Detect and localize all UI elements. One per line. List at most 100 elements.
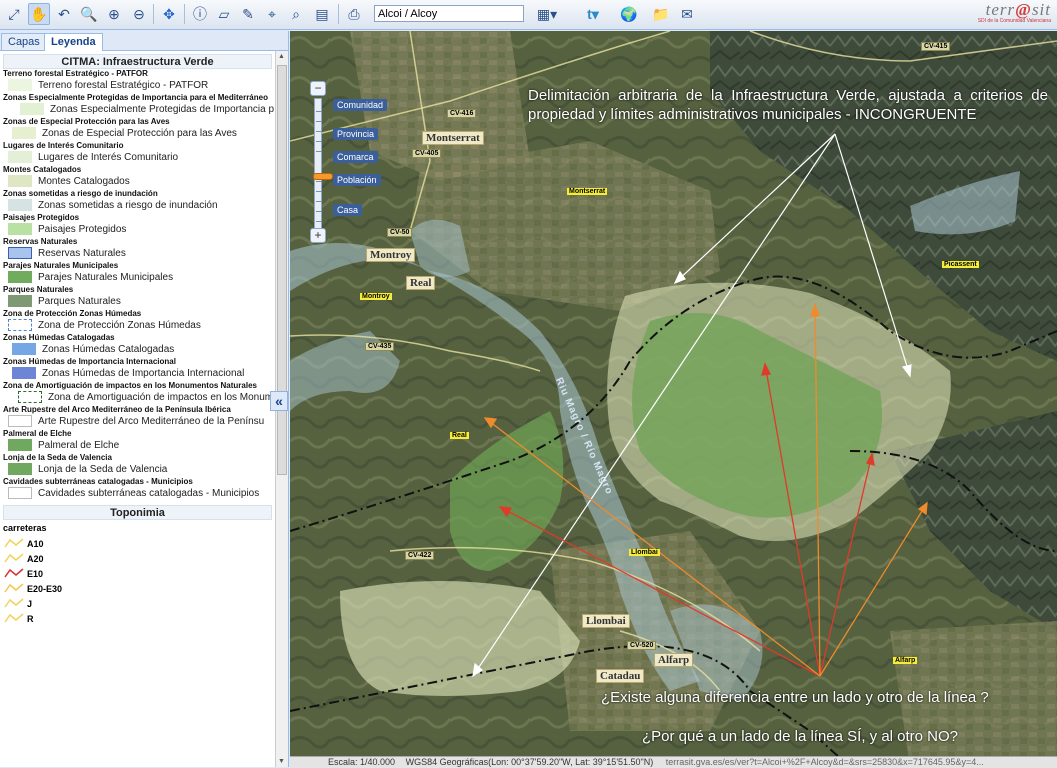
zoom-in-icon[interactable]: ⊕ — [103, 3, 125, 25]
place-montserrat: Montserrat — [422, 131, 484, 145]
annotation-note: Delimitación arbitraria de la Infraestru… — [528, 87, 1048, 123]
scroll-down-arrow-icon[interactable]: ▼ — [278, 758, 285, 765]
terrasit-logo[interactable]: terr@sit SDI de la Comunidad Valenciana — [978, 1, 1051, 24]
zoom-in-button[interactable]: + — [310, 228, 326, 243]
annotation-question-2: ¿Por qué a un lado de la línea SÍ, y al … — [642, 728, 959, 745]
road-line-icon — [4, 538, 24, 548]
collapse-panel-button[interactable]: « — [270, 391, 288, 411]
zoom-level-comarca[interactable]: Comarca — [333, 151, 378, 163]
place-catadau: Catadau — [596, 669, 645, 683]
road-legend-item: E20-E30 — [0, 581, 275, 596]
legend-item: Arte Rupestre del Arco Mediterráneo de l… — [0, 414, 275, 429]
legend-item: Zonas de Especial Protección para las Av… — [0, 126, 275, 141]
legend-content: CITMA: Infraestructura Verde Terreno for… — [0, 51, 275, 767]
zoom-out-button[interactable]: − — [310, 81, 326, 96]
legend-swatch — [8, 319, 32, 331]
legend-item-label: Zonas sometidas a riesgo de inundación — [38, 200, 218, 211]
legend-group-title: Zonas Húmedas de Importancia Internacion… — [3, 357, 176, 366]
legend-group-title: Montes Catalogados — [3, 165, 82, 174]
legend-item: Parajes Naturales Municipales — [0, 270, 275, 285]
zoom-level-poblacion[interactable]: Población — [333, 174, 381, 186]
municipality-tag-picassent: Picassent — [942, 261, 979, 268]
legend-title: CITMA: Infraestructura Verde — [3, 54, 272, 69]
zoom-slider-knob[interactable] — [313, 173, 333, 180]
municipality-tag-montserrat: Montserrat — [567, 188, 608, 195]
full-extent-icon[interactable]: ✥ — [158, 3, 180, 25]
mail-icon[interactable]: ✉ — [676, 3, 698, 25]
search-layer-icon[interactable]: ⌕ — [285, 3, 307, 25]
road-cv422: CV-422 — [405, 551, 435, 560]
folder-icon[interactable]: 📁 — [650, 3, 672, 25]
legend-item-label: Lugares de Interés Comunitario — [38, 152, 179, 163]
print-icon[interactable]: ⎙ — [343, 3, 365, 25]
map-permalink[interactable]: terrasit.gva.es/es/ver?t=Alcoi+%2F+Alcoy… — [666, 757, 984, 767]
legend-swatch — [18, 391, 42, 403]
map-scale: Escala: 1/40.000 — [328, 757, 396, 767]
legend-item: Terreno forestal Estratégico - PATFOR — [0, 78, 275, 93]
globe-icon[interactable]: 🌍 — [618, 3, 640, 25]
road-legend-item: E10 — [0, 566, 275, 581]
road-legend-item: A20 — [0, 551, 275, 566]
legend-group-title: Paisajes Protegidos — [3, 213, 80, 222]
legend-group-title: Parajes Naturales Municipales — [3, 261, 119, 270]
zoom-previous-icon[interactable]: ↶ — [53, 3, 75, 25]
panel-tabs: Capas Leyenda — [0, 31, 288, 51]
legend-item: Montes Catalogados — [0, 174, 275, 189]
legend-group-title: Zona de Protección Zonas Húmedas — [3, 309, 142, 318]
road-cv416: CV-416 — [447, 109, 477, 118]
zoom-level-casa[interactable]: Casa — [333, 204, 363, 216]
zoom-extent-icon[interactable]: ⤢ — [3, 3, 25, 25]
map-viewport[interactable]: − + Comunidad Provincia Comarca Població… — [290, 31, 1057, 767]
zoom-out-icon[interactable]: ⊖ — [128, 3, 150, 25]
road-legend-label: R — [27, 614, 34, 624]
zoom-slider[interactable] — [313, 98, 333, 238]
legend-item: Zonas Húmedas de Importancia Internacion… — [0, 366, 275, 381]
legend-item: Zonas sometidas a riesgo de inundación — [0, 198, 275, 213]
bookmark-icon[interactable]: ▤ — [311, 3, 333, 25]
legend-item: Parques Naturales — [0, 294, 275, 309]
info-pointer-icon[interactable]: ⓘ — [189, 3, 211, 25]
twitter-share-icon[interactable]: t▾ — [578, 3, 608, 25]
coordinates-icon[interactable]: ⌖ — [261, 3, 283, 25]
road-cv50: CV-50 — [387, 228, 413, 237]
legend-item-label: Lonja de la Seda de Valencia — [38, 464, 168, 475]
legend-item-label: Parques Naturales — [38, 296, 121, 307]
legend-item-label: Zonas de Especial Protección para las Av… — [42, 128, 237, 139]
legend-swatch — [8, 295, 32, 307]
road-line-icon — [4, 613, 24, 623]
legend-item-label: Zonas Húmedas de Importancia Internacion… — [42, 368, 245, 379]
legend-item: Zona de Protección Zonas Húmedas — [0, 318, 275, 333]
toolbar: ⤢ ✋ ↶ 🔍 ⊕ ⊖ ✥ ⓘ ▱ ✎ ⌖ ⌕ ▤ ⎙ ▦▾ t▾ 🌍 📁 ✉ … — [0, 0, 1057, 30]
zoom-box-icon[interactable]: 🔍 — [78, 3, 100, 25]
scroll-thumb[interactable] — [277, 65, 287, 475]
legend-item: Zona de Amortiguación de impactos en los… — [0, 390, 275, 405]
zoom-level-comunidad[interactable]: Comunidad — [333, 99, 388, 111]
legend-group-title: Zonas sometidas a riesgo de inundación — [3, 189, 158, 198]
zoom-level-provincia[interactable]: Provincia — [333, 128, 379, 140]
legend-item: Cavidades subterráneas catalogadas - Mun… — [0, 486, 275, 501]
place-alfarp: Alfarp — [654, 653, 694, 667]
add-layer-icon[interactable]: ▦▾ — [532, 3, 562, 25]
location-search-input[interactable] — [374, 5, 524, 22]
legend-item: Lonja de la Seda de Valencia — [0, 462, 275, 477]
scroll-up-arrow-icon[interactable]: ▲ — [278, 53, 285, 60]
municipality-tag-montroy: Montroy — [360, 293, 392, 300]
measure-distance-icon[interactable]: ✎ — [237, 3, 259, 25]
status-bar: Escala: 1/40.000 WGS84 Geográficas(Lon: … — [290, 756, 1057, 768]
road-legend-item: A10 — [0, 536, 275, 551]
pan-hand-icon[interactable]: ✋ — [28, 3, 50, 25]
legend-item: Paisajes Protegidos — [0, 222, 275, 237]
road-line-icon — [4, 568, 24, 578]
road-legend-label: E10 — [27, 569, 44, 579]
legend-swatch — [12, 367, 36, 379]
legend-item: Zonas Especialmente Protegidas de Import… — [0, 102, 275, 117]
legend-item: Zonas Húmedas Catalogadas — [0, 342, 275, 357]
measure-area-icon[interactable]: ▱ — [213, 3, 235, 25]
legend-group-title: Zona de Amortiguación de impactos en los… — [3, 381, 257, 390]
road-line-icon — [4, 553, 24, 563]
legend-swatch — [8, 247, 32, 259]
tab-capas[interactable]: Capas — [1, 33, 47, 50]
annotation-question-1: ¿Existe alguna diferencia entre un lado … — [601, 689, 989, 706]
legend-swatch — [8, 415, 32, 427]
tab-leyenda[interactable]: Leyenda — [44, 33, 103, 51]
